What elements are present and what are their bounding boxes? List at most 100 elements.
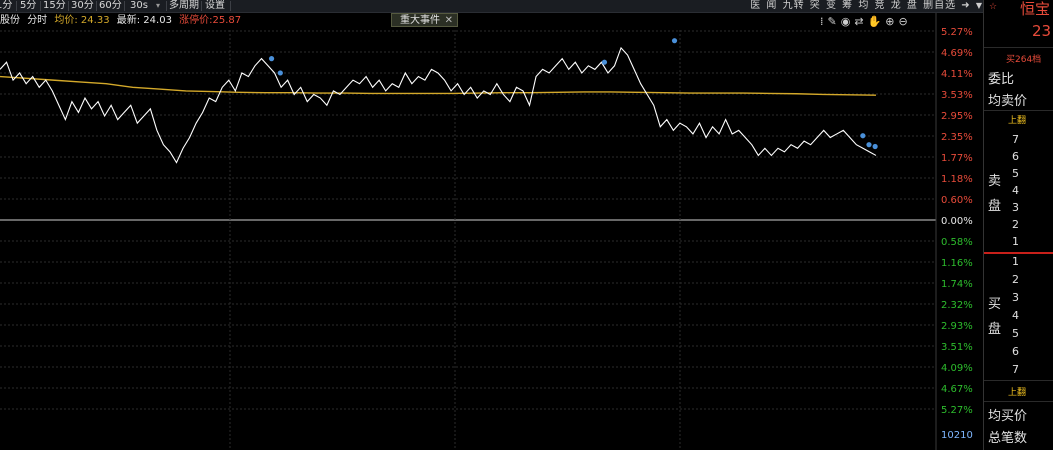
- event-marker: [860, 133, 866, 139]
- axis-tick-label: 4.11%: [941, 69, 973, 80]
- event-marker: [671, 38, 678, 44]
- order-book-panel: ☆ 恒宝 23 买264档 委比 均卖价 上翻 卖 盘 7 6 5 4 3 2 …: [983, 0, 1053, 450]
- star-icon[interactable]: ☆: [989, 2, 997, 12]
- period-60min[interactable]: 60分: [99, 0, 122, 12]
- major-events-label: 重大事件: [400, 15, 440, 26]
- chart-tools: 医 闻 九转 突 变 筹 均 竞 龙 盘 删自选 ➜ ▼: [749, 0, 983, 12]
- chart-icon-bar: ⁞✎◉⇄✋⊕⊖: [820, 15, 912, 28]
- axis-tick-label: 5.27%: [941, 27, 973, 38]
- flip-up-button[interactable]: 上翻: [1008, 385, 1026, 398]
- axis-tick-label: 1.18%: [941, 174, 973, 185]
- bid-ask-separator: [984, 252, 1053, 254]
- intraday-chart[interactable]: 5.27% 4.69% 4.11% 3.53% 2.95% 2.35% 1.77% 1.18%…: [0, 0, 983, 450]
- buy-side-label: 买: [988, 297, 1002, 312]
- axis-tick-label: 1.16%: [941, 258, 973, 269]
- flip-up-button[interactable]: 上翻: [1008, 113, 1026, 126]
- stock-price: 23: [1032, 22, 1052, 40]
- buy-level: 6: [1012, 345, 1019, 358]
- sell-level: 6: [1012, 150, 1019, 163]
- divider: [68, 1, 69, 11]
- axis-tick-label: 2.95%: [941, 111, 973, 122]
- axis-tick-label: 4.69%: [941, 48, 973, 59]
- sell-level: 1: [1012, 235, 1019, 248]
- tool-remove-watchlist[interactable]: 删自选: [923, 0, 956, 11]
- divider: [984, 47, 1053, 48]
- last-price: 最新: 24.03: [116, 15, 172, 26]
- tool-medical[interactable]: 医: [750, 0, 761, 11]
- tool-news[interactable]: 闻: [766, 0, 777, 11]
- tool-panel[interactable]: 盘: [907, 0, 918, 11]
- bid-ask-ratio-label: 委比: [988, 72, 1015, 87]
- compare-icon[interactable]: ⇄: [854, 15, 867, 28]
- period-1min[interactable]: 1分: [0, 0, 12, 12]
- zoom-out-icon[interactable]: ⊖: [898, 15, 911, 28]
- zoom-in-icon[interactable]: ⊕: [885, 15, 898, 28]
- sell-level: 5: [1012, 167, 1019, 180]
- avg-buy-price-label: 均买价: [988, 409, 1028, 424]
- axis-tick-label: 2.35%: [941, 132, 973, 143]
- chevron-down-icon[interactable]: ▼: [976, 1, 983, 10]
- buy-level: 1: [1012, 255, 1019, 268]
- sell-level: 3: [1012, 201, 1019, 214]
- axis-tick-label: 0.60%: [941, 195, 973, 206]
- sell-level: 7: [1012, 133, 1019, 146]
- tool-change[interactable]: 变: [826, 0, 837, 11]
- divider: [984, 401, 1053, 402]
- price-line: [0, 46, 877, 164]
- event-marker: [268, 56, 275, 62]
- event-marker: [277, 70, 283, 76]
- settings-button[interactable]: 设置: [205, 0, 225, 12]
- export-icon[interactable]: ➜: [961, 0, 970, 11]
- divider: [166, 1, 167, 11]
- divider: [40, 1, 41, 11]
- axis-tick-label: 2.32%: [941, 300, 973, 311]
- tool-dragon[interactable]: 龙: [891, 0, 902, 11]
- tool-nine-turn[interactable]: 九转: [783, 0, 805, 11]
- multi-period-button[interactable]: 多周期: [169, 0, 199, 12]
- tool-auction[interactable]: 竞: [875, 0, 886, 11]
- divider: [96, 1, 97, 11]
- close-icon[interactable]: ✕: [445, 14, 453, 28]
- tool-chips[interactable]: 筹: [842, 0, 853, 11]
- eye-icon[interactable]: ◉: [841, 15, 855, 28]
- divider: [124, 1, 125, 11]
- axis-tick-label: 1.77%: [941, 153, 973, 164]
- limit-up-price: 涨停价:25.87: [179, 15, 242, 26]
- period-15min[interactable]: 15分: [43, 0, 66, 12]
- buy-level: 5: [1012, 327, 1019, 340]
- chevron-down-icon[interactable]: ▾: [156, 0, 160, 12]
- event-marker: [866, 142, 872, 148]
- axis-tick-label: 0.00%: [941, 216, 973, 227]
- axis-tick-label: 2.93%: [941, 321, 973, 332]
- axis-tick-label: 0.58%: [941, 237, 973, 248]
- axis-tick-label: 5.27%: [941, 405, 973, 416]
- divider: [16, 1, 17, 11]
- period-30min[interactable]: 30分: [71, 0, 94, 12]
- quote-info-bar: 股份 分时 均价: 24.33 最新: 24.03 涨停价:25.87: [0, 14, 245, 28]
- tool-average[interactable]: 均: [858, 0, 869, 11]
- period-30s[interactable]: 30s: [130, 0, 148, 12]
- tool-break[interactable]: 突: [810, 0, 821, 11]
- divider: [984, 110, 1053, 111]
- buy-level: 7: [1012, 363, 1019, 376]
- draw-icon[interactable]: ✎: [828, 15, 841, 28]
- event-marker: [872, 143, 878, 150]
- axis-tick-label: 4.09%: [941, 363, 973, 374]
- buy-level: 4: [1012, 309, 1019, 322]
- drag-icon[interactable]: ⁞: [820, 15, 828, 28]
- divider: [230, 1, 231, 11]
- stock-short-name: 股份: [0, 15, 20, 26]
- axis-tick-label: 3.53%: [941, 90, 973, 101]
- axis-tick-label: 4.67%: [941, 384, 973, 395]
- total-trades-label: 总笔数: [988, 431, 1028, 446]
- buy-level: 2: [1012, 273, 1019, 286]
- sell-side-label: 卖: [988, 174, 1002, 189]
- stock-name: 恒宝: [1020, 0, 1051, 18]
- period-toolbar: 1分 5分 15分 30分 60分 30s ▾ 多周期 设置 医 闻 九转 突 …: [0, 0, 983, 13]
- period-5min[interactable]: 5分: [20, 0, 36, 12]
- buy-level-count: 买264档: [1006, 55, 1042, 65]
- hand-icon[interactable]: ✋: [868, 15, 886, 28]
- sell-level: 2: [1012, 218, 1019, 231]
- event-marker: [601, 59, 608, 65]
- major-events-tab[interactable]: 重大事件 ✕: [391, 13, 458, 27]
